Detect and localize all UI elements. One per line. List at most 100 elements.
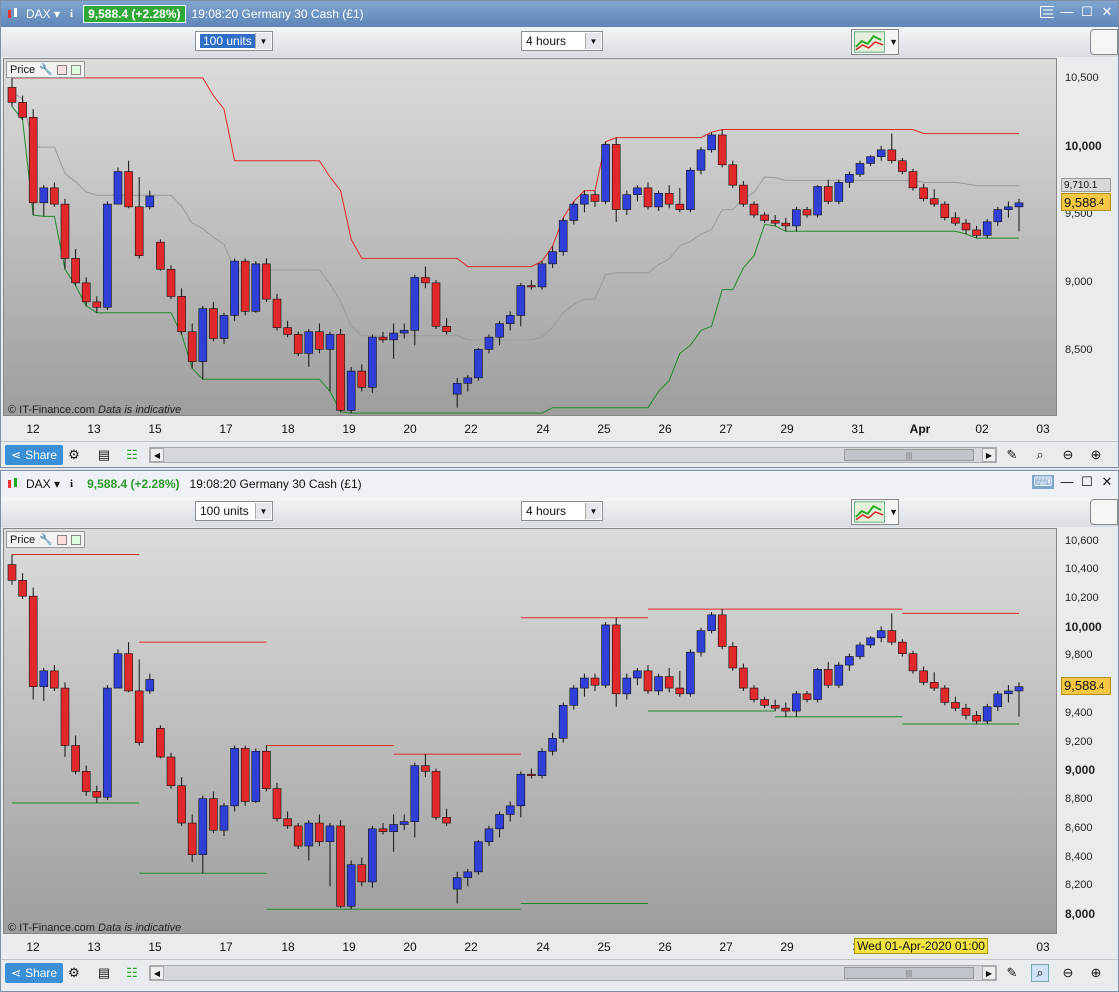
candle[interactable] [855,642,865,660]
share-button[interactable]: ⋖ Share [5,963,64,983]
candle[interactable] [346,860,356,910]
candle[interactable] [18,573,27,600]
candle[interactable] [770,215,780,226]
candle[interactable] [463,869,473,887]
candle[interactable] [717,129,727,168]
price-axis[interactable]: 10,60010,40010,20010,0009,8009,6009,4009… [1059,528,1114,934]
candle[interactable] [378,331,388,343]
units-select[interactable]: 100 units ▼ [195,31,273,51]
candle[interactable] [156,725,165,759]
candle[interactable] [887,613,897,645]
candle[interactable] [230,258,239,321]
indicators-button[interactable]: ▼ [851,499,899,525]
candle[interactable] [505,311,515,331]
candle[interactable] [431,280,441,329]
candle[interactable] [622,190,632,215]
candle[interactable] [929,672,939,691]
candle[interactable] [156,239,165,271]
candle[interactable] [81,277,91,306]
title-bar[interactable]: DAX ▾ i 9,588.4 (+2.28%) 19:08:20 German… [1,471,1118,497]
candle[interactable] [134,177,144,259]
candle[interactable] [951,696,960,712]
candle[interactable] [580,673,589,697]
candle[interactable] [569,201,579,225]
candle[interactable] [336,820,345,908]
candle[interactable] [60,198,70,270]
price-plot[interactable]: Price 🔧 © IT-Finance.com Data is indicat… [3,58,1057,416]
candle[interactable] [739,663,748,691]
candle[interactable] [601,622,610,689]
candle[interactable] [113,167,123,205]
candle[interactable] [813,667,822,703]
candle[interactable] [219,312,229,344]
candle[interactable] [1014,682,1024,717]
candle[interactable] [251,261,261,313]
candle[interactable] [410,274,420,346]
candle[interactable] [71,248,80,286]
candle[interactable] [781,702,791,717]
candle[interactable] [368,825,377,888]
candle[interactable] [675,187,685,213]
candle[interactable] [187,323,197,369]
side-panel-tab[interactable] [1090,29,1118,55]
minimize-icon[interactable]: — [1060,5,1074,19]
candle[interactable] [219,802,229,836]
candle[interactable] [325,823,335,887]
candle[interactable] [569,685,579,710]
candle[interactable] [28,109,38,215]
candle[interactable] [240,745,250,806]
candle[interactable] [442,318,451,335]
candle[interactable] [495,811,504,838]
candle[interactable] [293,823,303,849]
candle[interactable] [187,814,197,862]
candle[interactable] [792,206,801,232]
candle[interactable] [389,814,398,852]
maximize-icon[interactable]: ☐ [1080,475,1094,489]
candle[interactable] [336,329,345,412]
candle[interactable] [982,703,992,724]
title-bar[interactable]: DAX ▾ i 9,588.4 (+2.28%) 19:08:20 German… [1,1,1118,27]
units-select[interactable]: 100 units ▼ [195,501,273,521]
candle[interactable] [940,201,950,221]
candle[interactable] [421,754,430,778]
candle[interactable] [50,182,59,207]
price-chart-svg[interactable] [4,529,1056,933]
candle[interactable] [124,642,133,693]
layout-icon[interactable]: ☷ [123,446,141,464]
zoom-in-icon[interactable]: ⊕ [1087,446,1105,464]
candle[interactable] [855,160,865,177]
candle[interactable] [823,662,833,689]
candle[interactable] [707,611,716,634]
candle[interactable] [929,189,939,207]
zoom-out-icon[interactable]: ⊖ [1059,446,1077,464]
candle[interactable] [346,367,356,414]
candle[interactable] [474,840,483,875]
calculator-icon[interactable]: ▤ [95,964,113,982]
candle[interactable] [262,745,271,792]
candle[interactable] [463,375,473,392]
timeframe-select[interactable]: 4 hours ▼ [521,31,603,51]
info-icon[interactable]: i [70,8,73,20]
drawing-tools-icon[interactable]: ⚙ [65,964,83,982]
candle[interactable] [410,762,420,838]
wrench-icon[interactable]: 🔧 [39,533,53,546]
candle[interactable] [209,791,218,834]
candle[interactable] [71,735,80,775]
candle[interactable] [675,670,685,697]
candle[interactable] [505,801,515,822]
scroll-left-icon[interactable]: ◀ [150,966,164,980]
ticker-dropdown[interactable]: DAX ▾ [26,477,60,491]
candle[interactable] [262,258,271,302]
candle[interactable] [304,820,314,861]
candle[interactable] [823,179,833,205]
candle[interactable] [866,155,875,167]
candle[interactable] [601,141,610,205]
candle[interactable] [728,642,738,671]
maximize-icon[interactable]: ☐ [1080,5,1094,19]
candle[interactable] [177,288,186,335]
candle[interactable] [60,682,70,757]
candle[interactable] [145,673,155,694]
candle[interactable] [1004,201,1013,218]
candle[interactable] [272,293,282,331]
candle[interactable] [230,745,239,812]
